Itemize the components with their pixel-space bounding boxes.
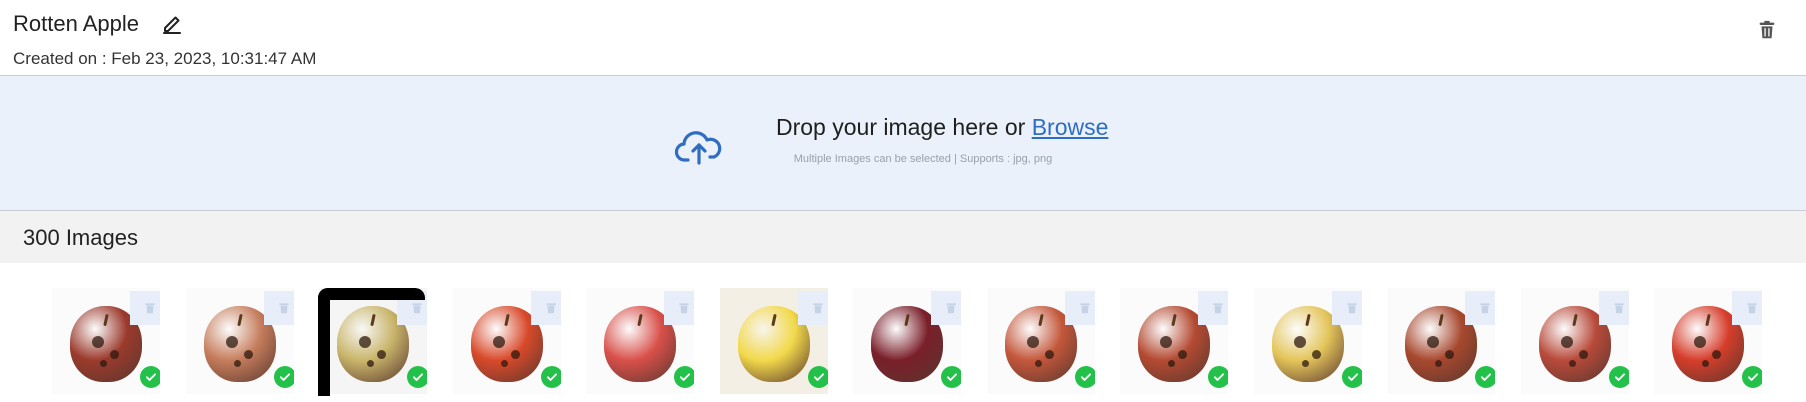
thumbnail-delete-icon[interactable] [1198,291,1228,325]
rot-spot [1445,350,1454,360]
thumbnail-delete-icon[interactable] [1064,291,1095,325]
rot-spot [492,336,505,349]
rot-spot [100,360,107,368]
apple-stem [904,313,910,327]
selection-frame-left [318,288,330,396]
image-count-bar: 300 Images [0,211,1806,263]
rot-spot [1311,350,1321,360]
image-dropzone[interactable]: Drop your image here or Browse Multiple … [0,76,1806,211]
image-thumbnail[interactable] [452,288,561,394]
created-timestamp: Created on : Feb 23, 2023, 10:31:47 AM [13,49,317,68]
apple-stem [1171,313,1177,327]
uploaded-check-icon [1608,366,1629,388]
uploaded-check-icon [407,366,427,388]
dataset-header: Rotten Apple Created on : Feb 23, 2023, … [0,0,1806,76]
image-thumbnail[interactable] [586,288,694,394]
rot-spot [1702,360,1709,368]
rot-spot [1560,336,1573,349]
rot-spot [92,336,104,349]
thumbnail-delete-icon[interactable] [1732,291,1762,325]
thumbnail-delete-icon[interactable] [931,291,961,325]
selection-frame-top [318,288,425,300]
image-thumbnail[interactable] [1520,288,1629,394]
rot-spot [1427,336,1439,349]
thumbnail-delete-icon[interactable] [1598,291,1629,325]
drop-prompt-text: Drop your image here or [776,114,1032,140]
rot-spot [377,350,386,360]
uploaded-check-icon [1341,366,1362,388]
uploaded-check-icon [674,366,694,388]
thumbnail-delete-icon[interactable] [1331,291,1362,325]
apple-stem [1037,313,1044,327]
image-gallery [0,276,1806,402]
thumbnail-delete-icon[interactable] [530,291,561,325]
apple-stem [770,313,777,327]
rot-spot [1578,350,1588,360]
apple-stem [637,313,643,327]
uploaded-check-icon [540,366,561,388]
supported-formats-hint: Multiple Images can be selected | Suppor… [793,153,1053,165]
image-thumbnail[interactable] [185,288,294,394]
apple-stem [503,313,510,327]
uploaded-check-icon [140,366,160,388]
rot-spot [1435,360,1442,368]
apple-stem [1571,313,1578,327]
apple-stem [1304,313,1311,327]
image-thumbnail[interactable] [1387,288,1495,394]
thumbnail-delete-icon[interactable] [263,291,294,325]
image-thumbnail[interactable] [719,288,828,394]
rot-spot [1694,336,1706,349]
rot-spot [1026,336,1039,349]
uploaded-check-icon [1742,366,1762,388]
rot-spot [1568,360,1576,368]
rot-spot [500,360,508,368]
uploaded-check-icon [941,366,961,388]
apple-stem [236,313,243,327]
rot-spot [233,360,241,368]
image-count: 300 Images [23,225,138,250]
apple-stem [370,313,376,327]
rot-spot [1168,360,1175,368]
thumbnail-delete-icon[interactable] [797,291,828,325]
rot-spot [1044,350,1054,360]
rot-spot [243,350,253,360]
thumbnail-delete-icon[interactable] [1465,291,1495,325]
rot-spot [1034,360,1042,368]
rot-spot [359,336,371,349]
rot-spot [367,360,374,368]
rot-spot [1712,350,1721,360]
apple-stem [1705,313,1711,327]
browse-link[interactable]: Browse [1032,114,1109,140]
uploaded-check-icon [807,366,828,388]
uploaded-check-icon [1074,366,1095,388]
apple-stem [1438,313,1444,327]
rot-spot [1293,336,1306,349]
delete-dataset-trash-icon[interactable] [1756,18,1778,42]
apple-stem [103,313,109,327]
uploaded-check-icon [1475,366,1495,388]
rot-spot [510,350,520,360]
image-thumbnail[interactable] [1654,288,1762,394]
edit-pencil-icon[interactable] [160,13,184,37]
uploaded-check-icon [273,366,294,388]
image-thumbnail[interactable] [52,288,160,394]
image-thumbnail[interactable] [853,288,961,394]
rot-spot [1160,336,1172,349]
rot-spot [1301,360,1309,368]
image-thumbnail[interactable] [1253,288,1362,394]
uploaded-check-icon [1208,366,1228,388]
drop-prompt: Drop your image here or Browse [776,114,1108,141]
rot-spot [1178,350,1187,360]
image-thumbnail[interactable] [319,288,427,394]
dataset-title: Rotten Apple [13,11,139,36]
image-thumbnail[interactable] [986,288,1095,394]
thumbnail-delete-icon[interactable] [130,291,160,325]
rot-spot [110,350,119,360]
rot-spot [225,336,238,349]
image-thumbnail[interactable] [1120,288,1228,394]
thumbnail-delete-icon[interactable] [664,291,694,325]
